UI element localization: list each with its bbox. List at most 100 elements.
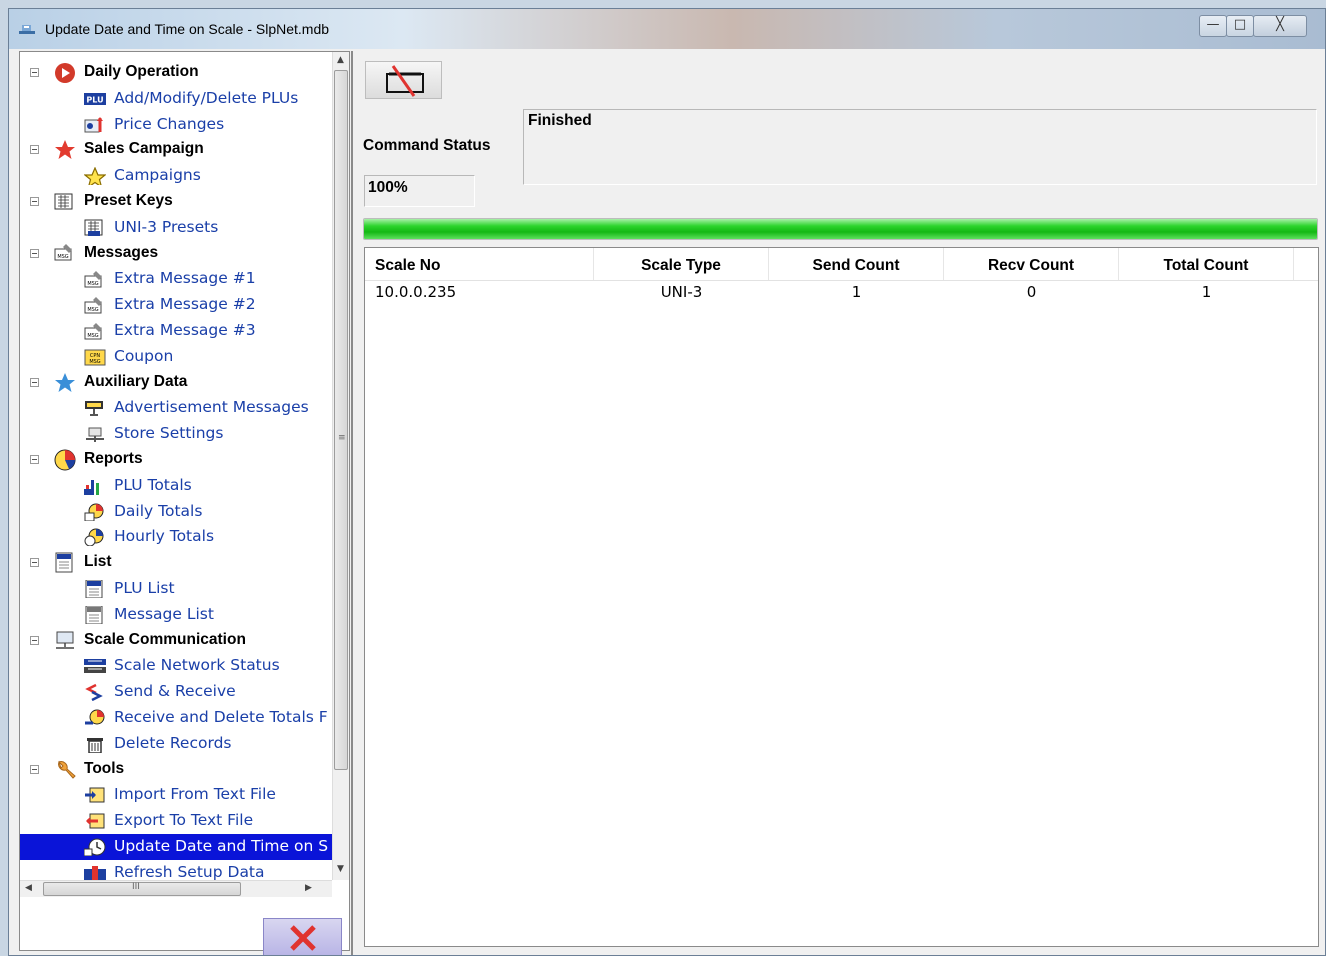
tree-item-receive-and-delete-totals-f[interactable]: Receive and Delete Totals F [20, 705, 332, 731]
tree-vertical-scrollbar[interactable]: ▲ ≡ ▼ [332, 52, 349, 880]
scroll-up-arrow-icon[interactable]: ▲ [337, 55, 344, 65]
svg-text:MSG: MSG [87, 333, 98, 339]
tree-item-label: PLU Totals [114, 475, 192, 494]
plu-icon: PLU [84, 92, 106, 105]
title-bar[interactable]: Update Date and Time on Scale - SlpNet.m… [9, 9, 1325, 49]
tree-group-label: Daily Operation [84, 63, 199, 80]
window-title: Update Date and Time on Scale - SlpNet.m… [45, 21, 330, 37]
collapse-toggle-icon[interactable] [30, 635, 39, 645]
table-cell-scale-no: 10.0.0.235 [375, 283, 457, 301]
tree-group-scale-communication[interactable]: Scale Communication [20, 628, 332, 654]
minimize-button[interactable]: — [1199, 15, 1227, 37]
plu-list-icon [85, 580, 103, 598]
maximize-button[interactable]: □ [1226, 15, 1254, 37]
command-status-label: Command Status [363, 137, 491, 154]
tree-item-message-list[interactable]: Message List [20, 602, 332, 628]
play-icon [55, 63, 75, 83]
export-icon [86, 813, 105, 829]
tree-item-hourly-totals[interactable]: Hourly Totals [20, 524, 332, 550]
tree-item-send-receive[interactable]: Send & Receive [20, 679, 332, 705]
tree-item-add-modify-delete-plus[interactable]: PLU Add/Modify/Delete PLUs [20, 86, 332, 112]
tree-item-plu-list[interactable]: PLU List [20, 576, 332, 602]
star-blue-icon [55, 372, 75, 392]
tree-item-coupon[interactable]: CPN MSG Coupon [20, 344, 332, 370]
column-header-scale-no[interactable]: Scale No [365, 248, 594, 280]
collapse-toggle-icon[interactable] [30, 197, 39, 206]
tree-item-update-date-and-time-on-s[interactable]: Update Date and Time on S [20, 834, 332, 860]
tree-item-price-changes[interactable]: Price Changes [20, 112, 332, 138]
stop-scale-icon [386, 65, 424, 97]
coupon-icon: CPNMSG [84, 349, 106, 366]
network-status-icon [84, 659, 106, 674]
tree-horizontal-scroll-thumb[interactable]: III [43, 882, 241, 896]
tree-item-extra-message-3[interactable]: MSG Extra Message #3 [20, 318, 332, 344]
scroll-left-arrow-icon[interactable]: ◀ [25, 883, 32, 893]
collapse-toggle-icon[interactable] [30, 764, 39, 774]
tree-item-scale-network-status[interactable]: Scale Network Status [20, 653, 332, 679]
tree-item-label: Store Settings [114, 424, 224, 443]
tree-group-messages[interactable]: MSG Messages [20, 241, 332, 267]
star-red-icon [55, 140, 75, 160]
tree-item-plu-totals[interactable]: PLU Totals [20, 473, 332, 499]
scale-status-grid[interactable]: Scale No Scale Type Send Count Recv Count To… [364, 247, 1319, 947]
scroll-down-arrow-icon[interactable]: ▼ [337, 864, 344, 874]
tree-item-label: UNI-3 Presets [114, 217, 219, 236]
column-header-total-count[interactable]: Total Count [1119, 248, 1294, 280]
column-header-recv-count[interactable]: Recv Count [944, 248, 1119, 280]
tree-item-extra-message-2[interactable]: MSG Extra Message #2 [20, 292, 332, 318]
tree-item-label: Delete Records [114, 733, 232, 752]
network-icon [56, 631, 74, 649]
tree-item-label: Daily Totals [114, 501, 203, 520]
grip-icon: ≡ [338, 433, 346, 443]
tree-horizontal-scrollbar[interactable]: ◀ III ▶ [20, 880, 332, 897]
tree-item-label: Scale Network Status [114, 656, 280, 675]
tree-group-sales-campaign[interactable]: Sales Campaign [20, 137, 332, 163]
column-header-scale-type[interactable]: Scale Type [594, 248, 769, 280]
tree-item-store-settings[interactable]: Store Settings [20, 421, 332, 447]
percent-text: 100% [368, 179, 408, 196]
table-row[interactable]: 10.0.0.235 UNI-3 1 0 1 [365, 280, 1318, 306]
progress-bar-fill [364, 219, 1317, 239]
collapse-toggle-icon[interactable] [30, 558, 39, 568]
tree-group-label: Scale Communication [84, 630, 246, 648]
tree-group-preset-keys[interactable]: Preset Keys [20, 189, 332, 215]
tree-item-advertisement-messages[interactable]: Advertisement Messages [20, 395, 332, 421]
tree-item-export-to-text-file[interactable]: Export To Text File [20, 808, 332, 834]
collapse-toggle-icon[interactable] [30, 248, 39, 258]
window-close-button[interactable]: ╳ [1253, 15, 1307, 37]
tree-vertical-scroll-thumb[interactable]: ≡ [334, 70, 348, 770]
tree-item-label: Refresh Setup Data [114, 862, 265, 880]
close-pane-button[interactable] [263, 918, 342, 955]
presets-icon [84, 219, 103, 236]
tree-item-label: Extra Message #2 [114, 295, 256, 314]
tree-item-campaigns[interactable]: Campaigns [20, 163, 332, 189]
scale-app-icon [19, 25, 35, 34]
collapse-toggle-icon[interactable] [30, 455, 39, 464]
tree-group-auxiliary-data[interactable]: Auxiliary Data [20, 370, 332, 396]
column-header-send-count[interactable]: Send Count [769, 248, 944, 280]
tree-group-reports[interactable]: Reports [20, 447, 332, 473]
minimize-icon: — [1206, 17, 1220, 32]
message-list-icon [85, 605, 103, 624]
collapse-toggle-icon[interactable] [30, 377, 39, 387]
tree-item-delete-records[interactable]: Delete Records [20, 731, 332, 757]
tree-group-tools[interactable]: Tools [20, 757, 332, 783]
tree-group-list[interactable]: List [20, 550, 332, 576]
tree-item-uni-3-presets[interactable]: UNI-3 Presets [20, 215, 332, 241]
collapse-toggle-icon[interactable] [30, 68, 39, 77]
percent-box: 100% [364, 175, 475, 207]
tree-item-daily-totals[interactable]: Daily Totals [20, 499, 332, 525]
scroll-right-arrow-icon[interactable]: ▶ [305, 883, 312, 893]
svg-text:MSG: MSG [87, 281, 98, 287]
cancel-command-button[interactable] [365, 61, 442, 99]
maximize-icon: □ [1233, 17, 1247, 32]
tree-item-extra-message-1[interactable]: MSG Extra Message #1 [20, 266, 332, 292]
navigation-tree[interactable]: Daily Operation PLU Add/Modify/Delete PLUs… [20, 52, 332, 880]
tree-item-label: Import From Text File [114, 785, 276, 804]
tree-item-refresh-setup-data[interactable]: Refresh Setup Data [20, 860, 332, 880]
tree-group-daily-operation[interactable]: Daily Operation [20, 60, 332, 86]
tree-item-import-from-text-file[interactable]: Import From Text File [20, 782, 332, 808]
preset-keys-icon [54, 193, 73, 210]
collapse-toggle-icon[interactable] [30, 145, 39, 155]
tree-group-label: Messages [84, 243, 159, 261]
